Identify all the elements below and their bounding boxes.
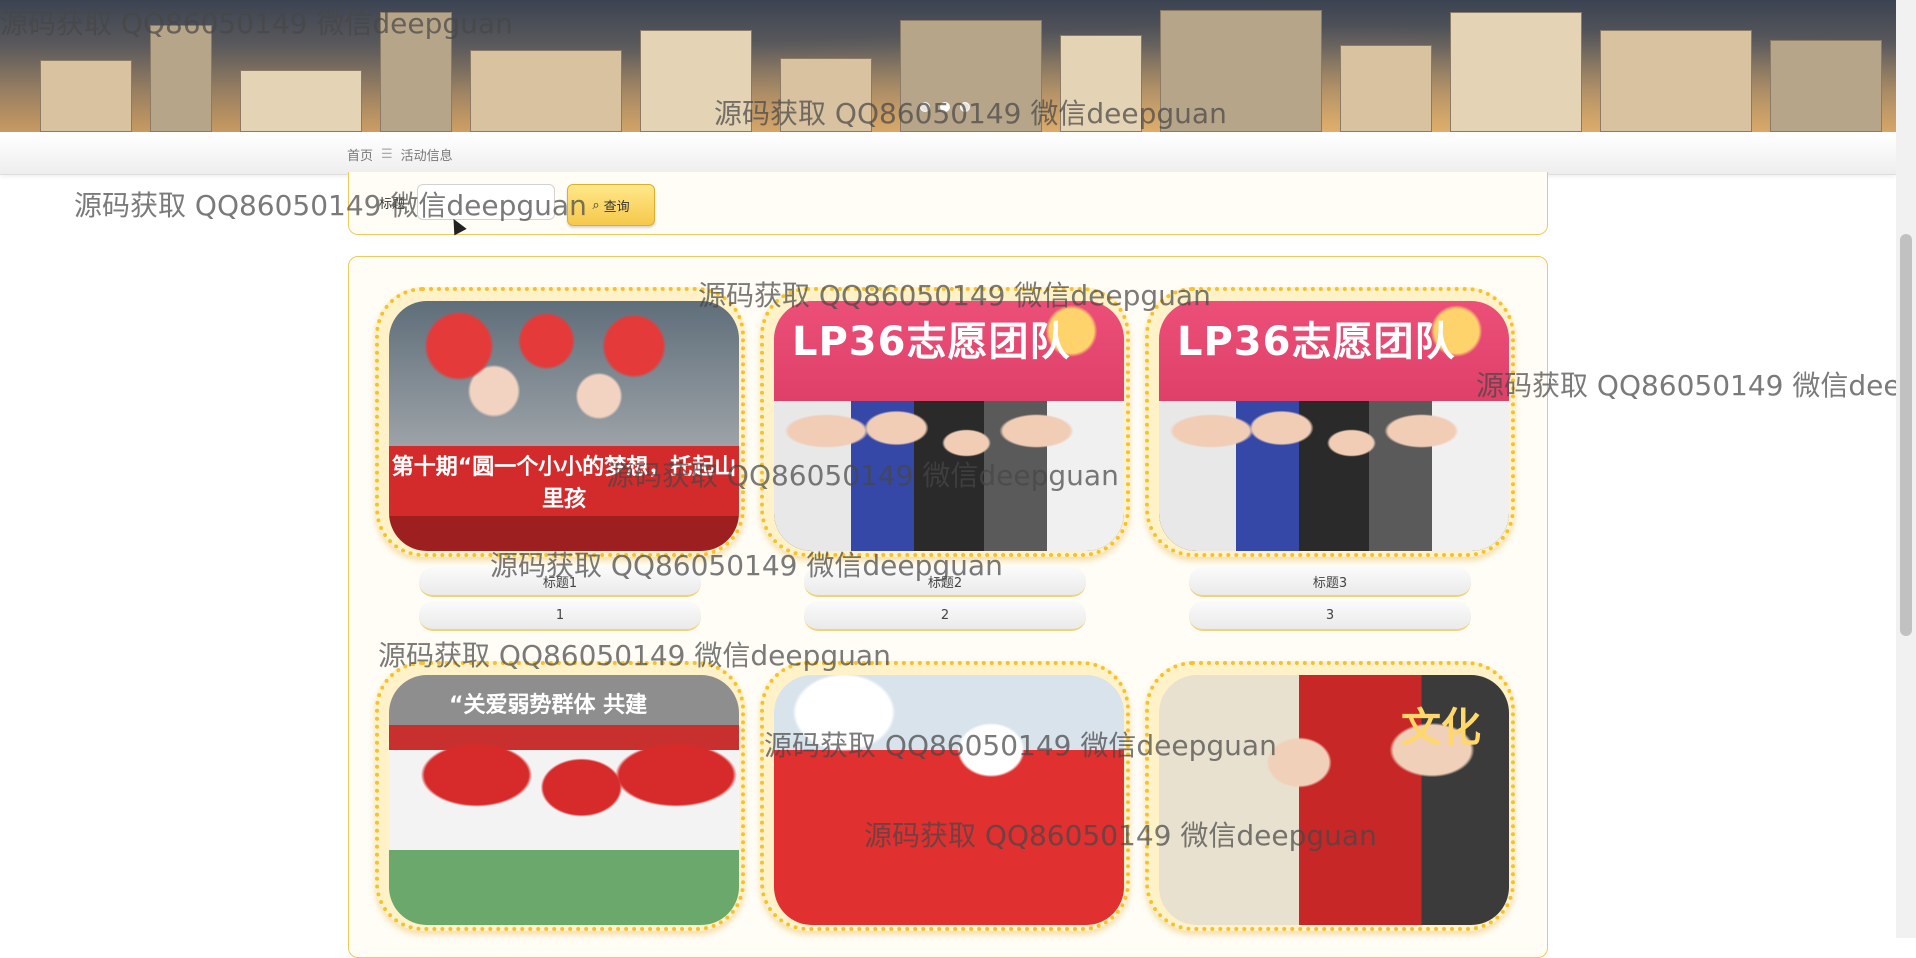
activity-photo[interactable]: LP36志愿团队 xyxy=(1159,301,1509,551)
scrollbar-thumb[interactable] xyxy=(1900,234,1912,636)
banner-carousel[interactable] xyxy=(0,0,1896,132)
search-button-label: 查询 xyxy=(603,199,630,215)
search-icon: ⌕ xyxy=(592,197,600,213)
photo-banner-text: 第十期“圆一个小小的梦想，托起山里孩 xyxy=(391,455,737,512)
photo-people xyxy=(1159,401,1509,551)
carousel-dots xyxy=(920,102,970,112)
breadcrumb-bar: 首页 ☰ 活动信息 xyxy=(0,134,1896,175)
search-panel: 标题 ⌕ 查询 xyxy=(348,172,1548,235)
activity-photo[interactable]: 文化 xyxy=(1159,675,1509,925)
activity-photo[interactable]: LP36志愿团队 xyxy=(774,301,1124,551)
photo-banner-text: “关爱弱势群体 共建 xyxy=(449,693,648,718)
card-image-frame[interactable]: LP36志愿团队 xyxy=(760,287,1130,557)
card-image-frame[interactable]: 第十期“圆一个小小的梦想，托起山里孩 xyxy=(375,287,745,557)
search-title-input[interactable] xyxy=(417,184,555,220)
breadcrumb-separator-icon: ☰ xyxy=(381,147,393,162)
carousel-dot-active[interactable] xyxy=(940,102,950,112)
card-number: 1 xyxy=(419,601,701,631)
activity-photo[interactable] xyxy=(774,675,1124,925)
carousel-dot[interactable] xyxy=(960,102,970,112)
card-title[interactable]: 标题3 xyxy=(1189,567,1471,597)
carousel-dot[interactable] xyxy=(920,102,930,112)
breadcrumb-current: 活动信息 xyxy=(400,149,453,164)
card-image-frame[interactable] xyxy=(760,661,1130,931)
search-button[interactable]: ⌕ 查询 xyxy=(567,184,655,226)
card-image-frame[interactable]: 文化 xyxy=(1145,661,1515,931)
photo-banner-text: LP36志愿团队 xyxy=(1177,319,1456,365)
page-scrollbar[interactable] xyxy=(1896,0,1916,938)
photo-banner-text: 文化 xyxy=(1401,705,1481,751)
card-title[interactable]: 标题2 xyxy=(804,567,1086,597)
photo-banner-text: LP36志愿团队 xyxy=(792,319,1071,365)
activity-list-panel: 第十期“圆一个小小的梦想，托起山里孩 标题1 1 LP36志愿团队 标题2 2 … xyxy=(348,256,1548,958)
photo-people xyxy=(774,401,1124,551)
search-label: 标题 xyxy=(379,197,406,212)
activity-photo[interactable]: “关爱弱势群体 共建 xyxy=(389,675,739,925)
card-image-frame[interactable]: “关爱弱势群体 共建 xyxy=(375,661,745,931)
card-number: 3 xyxy=(1189,601,1471,631)
breadcrumb: 首页 ☰ 活动信息 xyxy=(347,145,453,164)
breadcrumb-home-link[interactable]: 首页 xyxy=(347,145,373,164)
card-image-frame[interactable]: LP36志愿团队 xyxy=(1145,287,1515,557)
card-title[interactable]: 标题1 xyxy=(419,567,701,597)
card-number: 2 xyxy=(804,601,1086,631)
activity-photo[interactable]: 第十期“圆一个小小的梦想，托起山里孩 xyxy=(389,301,739,551)
